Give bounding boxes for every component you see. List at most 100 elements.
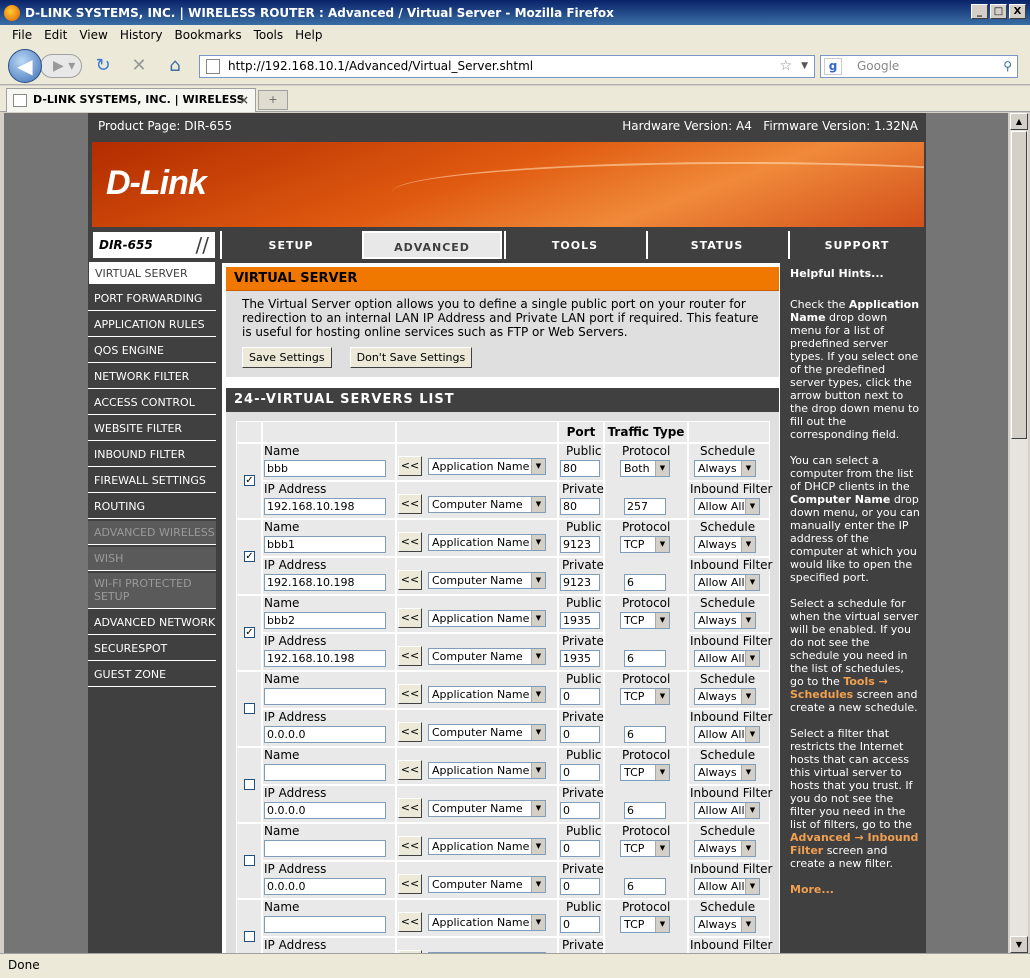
maximize-button[interactable]: □	[990, 4, 1007, 19]
sidebar-item-securespot[interactable]: SECURESPOT	[88, 637, 216, 661]
protocol-number-input[interactable]: 6	[624, 574, 666, 591]
computer-name-select[interactable]: Computer Name▼	[428, 572, 546, 589]
back-button[interactable]: ◀	[8, 49, 42, 83]
schedule-select[interactable]: Always ▼	[694, 460, 756, 477]
inbound-filter-select[interactable]: Allow All ▼	[694, 726, 760, 743]
application-name-select[interactable]: Application Name ▼	[428, 534, 546, 551]
minimize-button[interactable]: _	[971, 4, 988, 19]
fill-computer-button[interactable]: <<	[398, 798, 422, 818]
dont-save-settings-button[interactable]: Don't Save Settings	[349, 347, 473, 368]
computer-name-select[interactable]: Computer Name▼	[428, 876, 546, 893]
sidebar-item-inbound-filter[interactable]: INBOUND FILTER	[88, 443, 216, 467]
fill-computer-button[interactable]: <<	[398, 722, 422, 742]
private-port-input[interactable]: 0	[560, 726, 600, 743]
row-enable-checkbox[interactable]	[244, 931, 255, 942]
public-port-input[interactable]: 1935	[560, 612, 600, 629]
computer-name-select[interactable]: Computer Name▼	[428, 496, 546, 513]
name-input[interactable]	[264, 688, 386, 705]
fill-application-button[interactable]: <<	[398, 684, 422, 704]
close-button[interactable]: X	[1009, 4, 1026, 19]
private-port-input[interactable]: 80	[560, 498, 600, 515]
fill-computer-button[interactable]: <<	[398, 570, 422, 590]
private-port-input[interactable]: 0	[560, 878, 600, 895]
application-name-select[interactable]: Application Name ▼	[428, 762, 546, 779]
computer-name-select[interactable]: Computer Name▼	[428, 724, 546, 741]
public-port-input[interactable]: 0	[560, 916, 600, 933]
ip-address-input[interactable]: 192.168.10.198	[264, 574, 386, 591]
forward-button[interactable]: ▶ ▾	[40, 54, 82, 78]
fill-application-button[interactable]: <<	[398, 608, 422, 628]
public-port-input[interactable]: 9123	[560, 536, 600, 553]
ip-address-input[interactable]: 192.168.10.198	[264, 498, 386, 515]
save-settings-button[interactable]: Save Settings	[242, 347, 332, 368]
public-port-input[interactable]: 80	[560, 460, 600, 477]
menu-view[interactable]: View	[73, 28, 113, 42]
name-input[interactable]	[264, 916, 386, 933]
schedule-select[interactable]: Always ▼	[694, 536, 756, 553]
ip-address-input[interactable]: 0.0.0.0	[264, 878, 386, 895]
scroll-thumb[interactable]	[1011, 131, 1027, 439]
sidebar-item-application-rules[interactable]: APPLICATION RULES	[88, 313, 216, 337]
fill-computer-button[interactable]: <<	[398, 646, 422, 666]
private-port-input[interactable]: 9123	[560, 574, 600, 591]
protocol-number-input[interactable]: 6	[624, 726, 666, 743]
fill-application-button[interactable]: <<	[398, 760, 422, 780]
schedule-select[interactable]: Always ▼	[694, 916, 756, 933]
sidebar-item-port-forwarding[interactable]: PORT FORWARDING	[88, 287, 216, 311]
tab-support[interactable]: SUPPORT	[788, 231, 924, 259]
protocol-number-input[interactable]: 6	[624, 802, 666, 819]
protocol-number-input[interactable]: 6	[624, 650, 666, 667]
home-icon[interactable]: ⌂	[164, 56, 186, 76]
row-enable-checkbox[interactable]	[244, 779, 255, 790]
tab-status[interactable]: STATUS	[646, 231, 786, 259]
application-name-select[interactable]: Application Name ▼	[428, 838, 546, 855]
row-enable-checkbox[interactable]: ✓	[244, 475, 255, 486]
menu-bookmarks[interactable]: Bookmarks	[169, 28, 248, 42]
private-port-input[interactable]: 0	[560, 802, 600, 819]
name-input[interactable]: bbb	[264, 460, 386, 477]
inbound-filter-select[interactable]: Allow All ▼	[694, 878, 760, 895]
tab-advanced[interactable]: ADVANCED	[362, 231, 502, 259]
protocol-select[interactable]: TCP ▼	[620, 840, 670, 857]
sidebar-item-access-control[interactable]: ACCESS CONTROL	[88, 391, 216, 415]
name-input[interactable]: bbb1	[264, 536, 386, 553]
name-input[interactable]	[264, 764, 386, 781]
row-enable-checkbox[interactable]: ✓	[244, 627, 255, 638]
sidebar-item-qos-engine[interactable]: QOS ENGINE	[88, 339, 216, 363]
schedule-select[interactable]: Always ▼	[694, 840, 756, 857]
search-icon[interactable]: ⚲	[1003, 56, 1012, 77]
protocol-select[interactable]: TCP ▼	[620, 916, 670, 933]
inbound-filter-select[interactable]: Allow All ▼	[694, 574, 760, 591]
star-icon[interactable]: ☆	[779, 56, 792, 77]
sidebar-item-virtual-server[interactable]: VIRTUAL SERVER	[88, 261, 216, 285]
sidebar-item-firewall-settings[interactable]: FIREWALL SETTINGS	[88, 469, 216, 493]
public-port-input[interactable]: 0	[560, 764, 600, 781]
scroll-down-icon[interactable]: ▼	[1010, 936, 1028, 953]
schedule-select[interactable]: Always ▼	[694, 688, 756, 705]
fill-application-button[interactable]: <<	[398, 532, 422, 552]
inbound-filter-select[interactable]: Allow All ▼	[694, 802, 760, 819]
fill-computer-button[interactable]: <<	[398, 874, 422, 894]
schedule-select[interactable]: Always ▼	[694, 764, 756, 781]
vertical-scrollbar[interactable]: ▲ ▼	[1010, 113, 1028, 953]
protocol-select[interactable]: TCP ▼	[620, 688, 670, 705]
application-name-select[interactable]: Application Name ▼	[428, 458, 546, 475]
application-name-select[interactable]: Application Name ▼	[428, 610, 546, 627]
fill-computer-button[interactable]: <<	[398, 494, 422, 514]
menu-file[interactable]: File	[6, 28, 38, 42]
scroll-up-icon[interactable]: ▲	[1010, 113, 1028, 130]
row-enable-checkbox[interactable]: ✓	[244, 551, 255, 562]
fill-application-button[interactable]: <<	[398, 456, 422, 476]
ip-address-input[interactable]: 0.0.0.0	[264, 726, 386, 743]
inbound-filter-select[interactable]: Allow All ▼	[694, 498, 760, 515]
menu-history[interactable]: History	[114, 28, 169, 42]
google-icon[interactable]: g	[824, 58, 842, 75]
ip-address-input[interactable]: 0.0.0.0	[264, 802, 386, 819]
public-port-input[interactable]: 0	[560, 840, 600, 857]
protocol-select[interactable]: TCP ▼	[620, 612, 670, 629]
tab-tools[interactable]: TOOLS	[504, 231, 644, 259]
computer-name-select[interactable]: Computer Name▼	[428, 800, 546, 817]
row-enable-checkbox[interactable]	[244, 855, 255, 866]
more-link[interactable]: More...	[790, 883, 920, 896]
chevron-down-icon[interactable]: ▼	[801, 56, 808, 77]
